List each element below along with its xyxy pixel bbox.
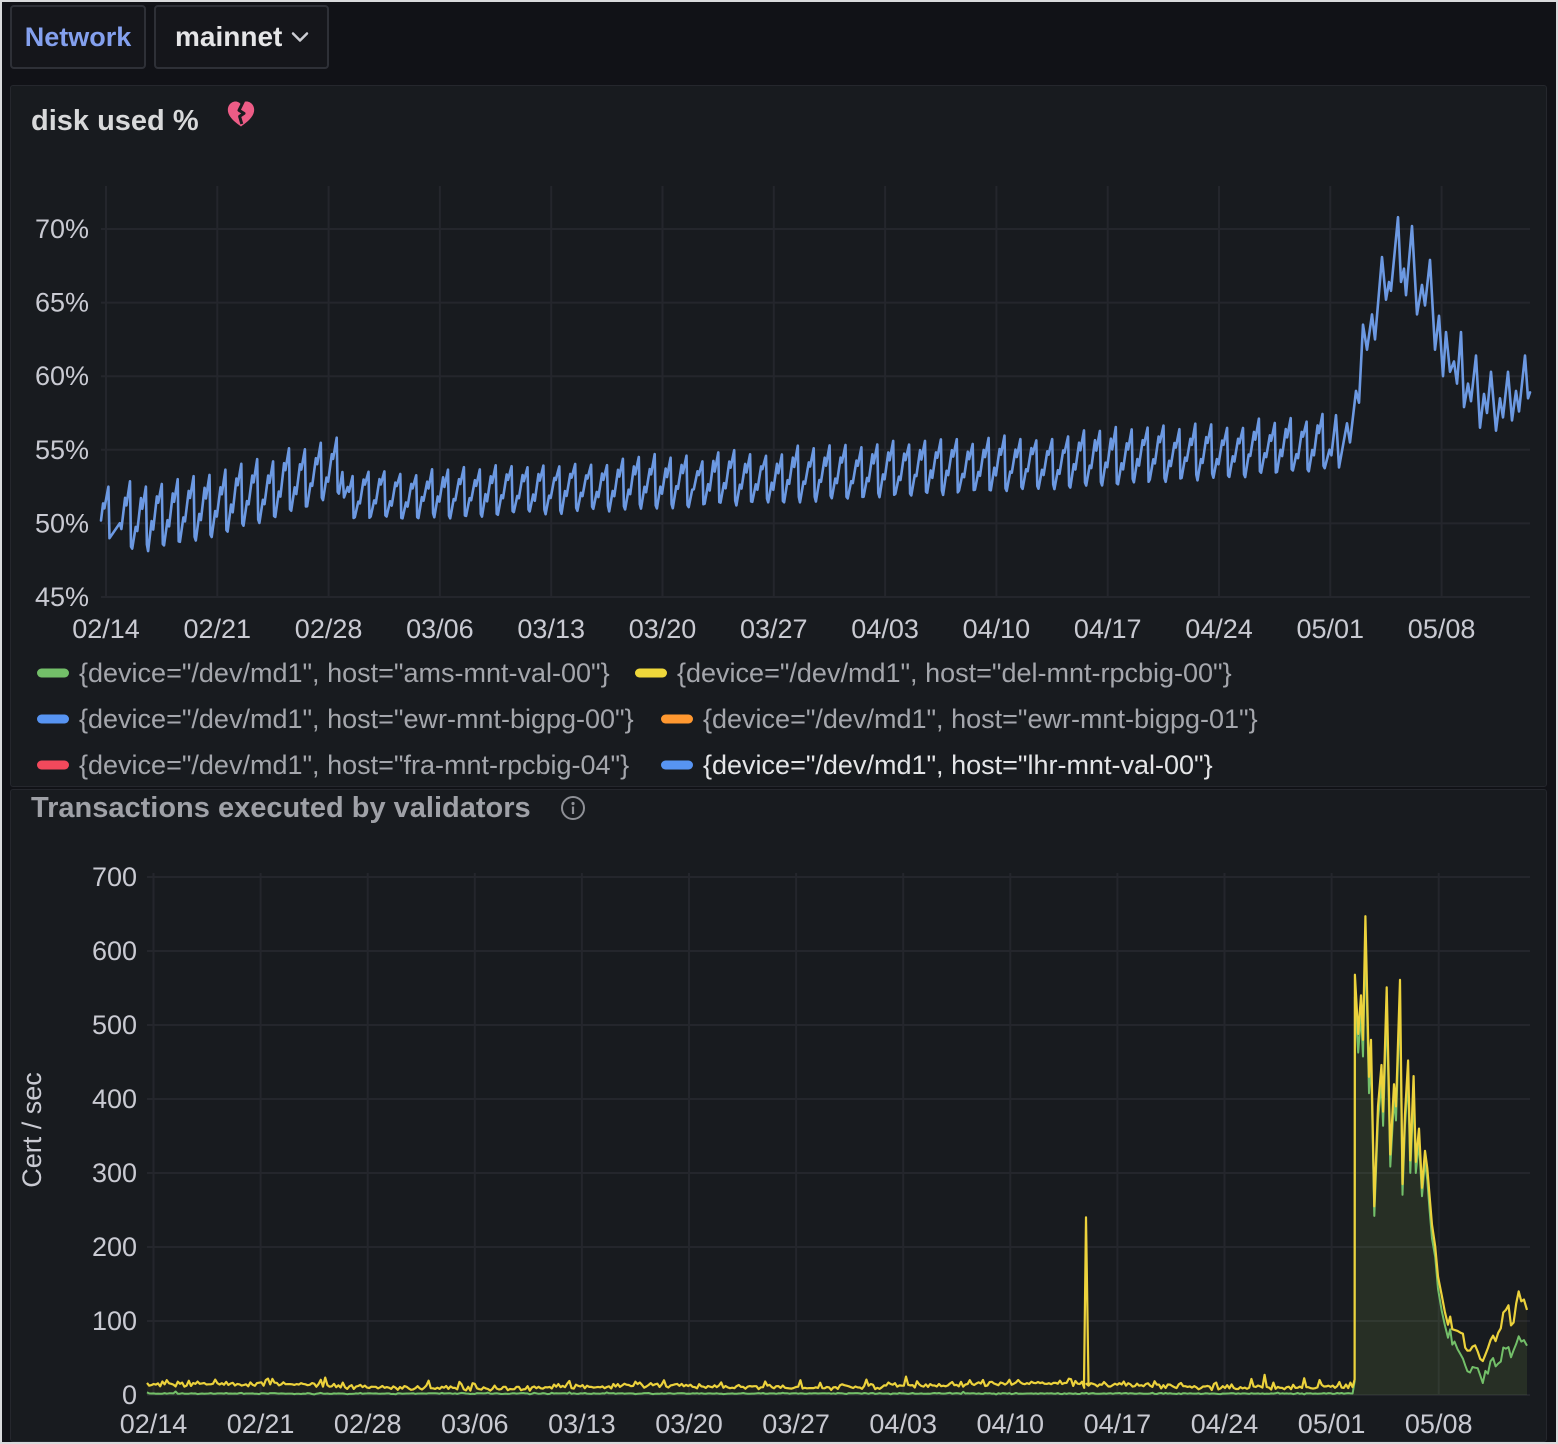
svg-text:02/21: 02/21 [227,1409,295,1439]
svg-text:03/27: 03/27 [762,1409,830,1439]
svg-text:300: 300 [92,1158,137,1188]
svg-text:05/08: 05/08 [1405,1409,1473,1439]
svg-text:04/10: 04/10 [963,614,1031,644]
svg-text:04/24: 04/24 [1191,1409,1259,1439]
svg-text:70%: 70% [35,214,89,244]
svg-text:04/17: 04/17 [1084,1409,1152,1439]
svg-text:Transactions executed by valid: Transactions executed by validators [31,792,531,824]
svg-text:04/03: 04/03 [851,614,919,644]
svg-text:200: 200 [92,1232,137,1262]
svg-text:50%: 50% [35,508,89,538]
svg-text:45%: 45% [35,582,89,612]
svg-text:0: 0 [122,1380,137,1410]
svg-text:05/08: 05/08 [1408,614,1476,644]
svg-text:{device="/dev/md1", host="ewr-: {device="/dev/md1", host="ewr-mnt-bigpg-… [79,704,634,734]
svg-text:500: 500 [92,1010,137,1040]
svg-text:Cert / sec: Cert / sec [17,1072,47,1188]
svg-text:02/21: 02/21 [184,614,252,644]
svg-text:55%: 55% [35,435,89,465]
svg-text:03/06: 03/06 [406,614,474,644]
svg-text:04/24: 04/24 [1185,614,1253,644]
svg-text:03/13: 03/13 [517,614,585,644]
svg-text:04/03: 04/03 [869,1409,937,1439]
svg-text:02/14: 02/14 [72,614,140,644]
svg-text:{device="/dev/md1", host="fra-: {device="/dev/md1", host="fra-mnt-rpcbig… [79,750,629,780]
svg-text:700: 700 [92,862,137,892]
svg-text:{device="/dev/md1", host="ams-: {device="/dev/md1", host="ams-mnt-val-00… [79,658,610,688]
svg-text:100: 100 [92,1306,137,1336]
svg-text:02/28: 02/28 [334,1409,402,1439]
svg-text:disk used %: disk used % [31,105,199,137]
svg-text:04/10: 04/10 [977,1409,1045,1439]
svg-text:03/27: 03/27 [740,614,808,644]
svg-text:03/06: 03/06 [441,1409,509,1439]
svg-text:04/17: 04/17 [1074,614,1142,644]
svg-text:{device="/dev/md1", host="del-: {device="/dev/md1", host="del-mnt-rpcbig… [677,658,1232,688]
svg-text:05/01: 05/01 [1298,1409,1366,1439]
svg-text:600: 600 [92,936,137,966]
svg-text:03/20: 03/20 [629,614,697,644]
svg-text:{device="/dev/md1", host="lhr-: {device="/dev/md1", host="lhr-mnt-val-00… [703,750,1213,780]
svg-text:03/20: 03/20 [655,1409,723,1439]
svg-text:02/14: 02/14 [120,1409,188,1439]
svg-text:60%: 60% [35,361,89,391]
svg-text:{device="/dev/md1", host="ewr-: {device="/dev/md1", host="ewr-mnt-bigpg-… [703,704,1258,734]
svg-text:05/01: 05/01 [1297,614,1365,644]
svg-text:02/28: 02/28 [295,614,363,644]
svg-text:65%: 65% [35,288,89,318]
svg-text:400: 400 [92,1084,137,1114]
svg-text:03/13: 03/13 [548,1409,616,1439]
